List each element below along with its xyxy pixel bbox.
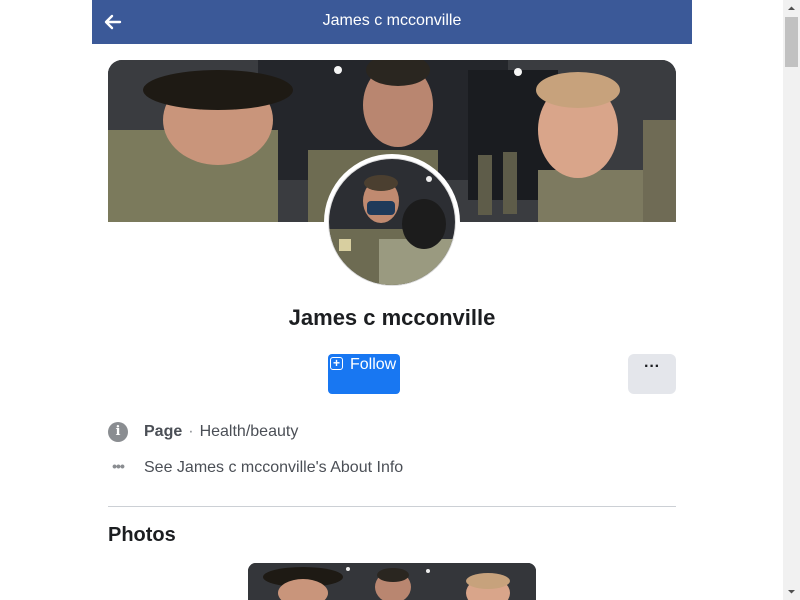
photo-thumbnail[interactable] [248,563,536,600]
profile-avatar[interactable] [324,154,460,290]
section-divider [108,506,676,507]
chevron-up-icon [788,6,795,10]
profile-photo [328,158,456,286]
page-title: James c mcconville [322,12,462,29]
scroll-up-button[interactable] [783,0,800,17]
scroll-down-button[interactable] [783,583,800,600]
more-dots-icon: ··· [644,358,660,375]
chevron-down-icon [788,590,795,594]
more-options-button[interactable]: ··· [628,354,676,394]
photos-section-title: Photos [108,524,176,546]
page-scrollbar[interactable] [783,0,800,600]
about-info-text: See James c mcconville's About Info [144,459,404,476]
page-category: Health/beauty [199,423,299,440]
more-dots-icon: ••• [112,458,125,474]
plus-square-icon: + [330,357,343,370]
about-info-link[interactable]: ••• See James c mcconville's About Info [108,456,403,480]
profile-name: James c mcconville [288,305,496,330]
page-category-row: i Page · Health/beauty [108,420,298,444]
follow-button[interactable]: + Follow [328,354,400,394]
page-type-label: Page [144,423,183,440]
separator: · [188,423,194,440]
top-navigation-bar: James c mcconville [92,0,692,44]
scroll-thumb[interactable] [785,17,798,67]
follow-label: Follow [350,356,397,373]
info-circle-icon: i [108,422,128,442]
